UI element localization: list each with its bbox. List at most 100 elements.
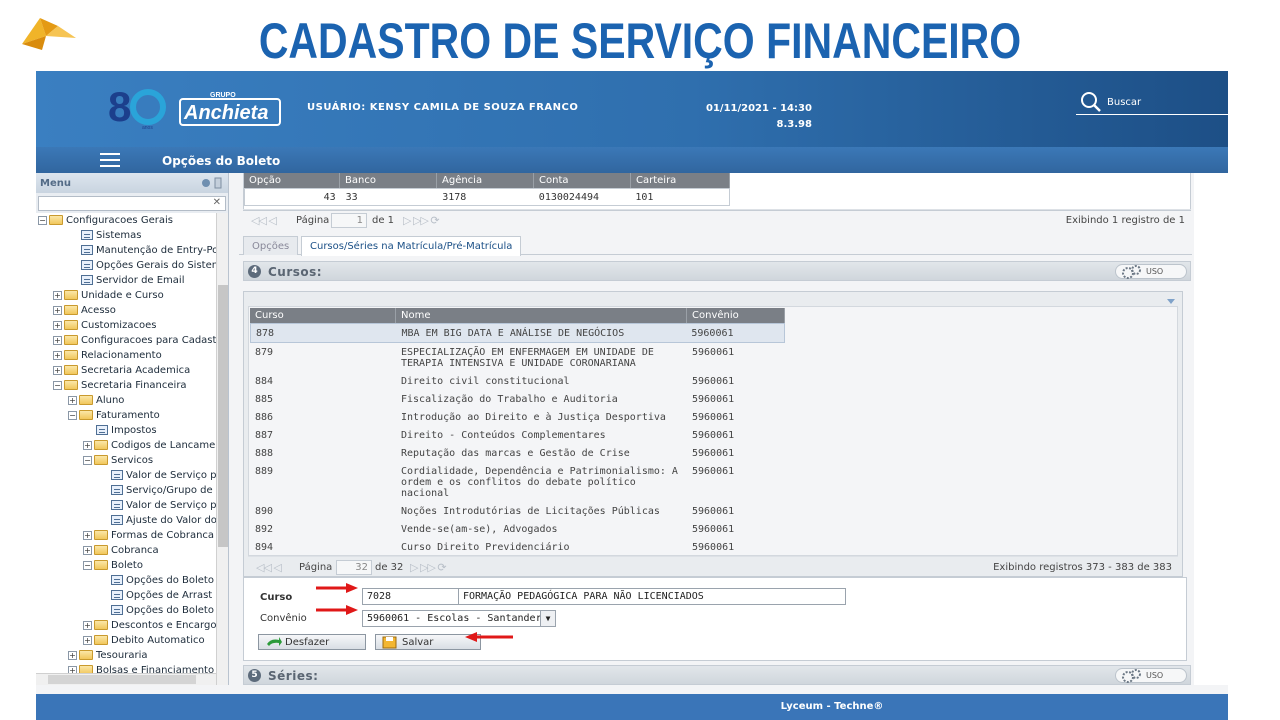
expand-icon[interactable]: +	[53, 305, 62, 315]
first-prev-page-icon[interactable]: ◁◁ ◁	[256, 561, 282, 574]
expand-icon[interactable]: +	[68, 665, 77, 673]
sidebar-item[interactable]: + Secretaria Academica	[36, 363, 216, 378]
col-banco[interactable]: Banco	[340, 173, 437, 188]
table-row[interactable]: 43 33 3178 0130024494 101	[244, 188, 730, 206]
clear-icon[interactable]: ✕	[213, 197, 221, 208]
sidebar-item[interactable]: + Configuracoes para Cadast	[36, 333, 216, 348]
next-last-page-icon[interactable]: ▷ ▷▷ ⟳	[403, 214, 440, 227]
sidebar-item[interactable]: Valor de Serviço p	[36, 468, 216, 483]
sidebar-item[interactable]: + Aluno	[36, 393, 216, 408]
menu-horizontal-scrollbar[interactable]	[36, 673, 216, 685]
col-nome[interactable]: Nome	[396, 308, 687, 323]
hamburger-menu-icon[interactable]	[100, 153, 120, 167]
collapse-icon[interactable]: −	[53, 380, 62, 390]
sidebar-item[interactable]: + Codigos de Lancame	[36, 438, 216, 453]
col-agencia[interactable]: Agência	[437, 173, 534, 188]
curso-name-input[interactable]: FORMAÇÃO PEDAGÓGICA PARA NÃO LICENCIADOS	[458, 588, 846, 605]
collapse-icon[interactable]: −	[83, 455, 92, 465]
expand-icon[interactable]: +	[83, 440, 92, 450]
table-row[interactable]: 889 Cordialidade, Dependência e Patrimoni…	[250, 462, 785, 502]
table-row[interactable]: 885 Fiscalização do Trabalho e Auditoria 5…	[250, 390, 785, 408]
sidebar-item[interactable]: − Servicos	[36, 453, 216, 468]
tab-cursos-series[interactable]: Cursos/Séries na Matrícula/Pré-Matrícula	[301, 236, 522, 256]
page-input[interactable]: 32	[336, 560, 372, 575]
chevron-down-icon[interactable]: ▼	[540, 611, 555, 626]
curso-code-input[interactable]: 7028	[362, 588, 459, 605]
table-row[interactable]: 894 Curso Direito Previdenciário 5960061	[250, 538, 785, 556]
sidebar-item[interactable]: + Relacionamento	[36, 348, 216, 363]
sidebar-item-label: Secretaria Financeira	[81, 380, 187, 391]
expand-icon[interactable]: +	[83, 635, 92, 645]
first-prev-page-icon[interactable]: ◁◁ ◁	[251, 214, 277, 227]
table-row[interactable]: 892 Vende-se(am-se), Advogados 5960061	[250, 520, 785, 538]
col-carteira[interactable]: Carteira	[631, 173, 730, 188]
sidebar-item[interactable]: Manutenção de Entry-Point	[36, 243, 216, 258]
col-opcao[interactable]: Opção	[244, 173, 340, 188]
sidebar-item[interactable]: + Bolsas e Financiamento	[36, 663, 216, 673]
table-row[interactable]: 887 Direito - Conteúdos Complementares 596…	[250, 426, 785, 444]
expand-icon[interactable]: +	[83, 545, 92, 555]
col-conta[interactable]: Conta	[534, 173, 631, 188]
expand-icon[interactable]: +	[83, 620, 92, 630]
sidebar-item[interactable]: + Acesso	[36, 303, 216, 318]
uso-toggle[interactable]: USO	[1115, 668, 1187, 683]
menu-vertical-scrollbar[interactable]	[216, 213, 228, 685]
convenio-select[interactable]: 5960061 - Escolas - Santander ▼	[362, 610, 556, 627]
sidebar-item[interactable]: Serviço/Grupo de	[36, 483, 216, 498]
table-row[interactable]: 878 MBA EM BIG DATA E ANÁLISE DE NEGÓCIOS…	[250, 323, 785, 343]
sidebar-item[interactable]: Impostos	[36, 423, 216, 438]
collapse-icon[interactable]: −	[68, 410, 77, 420]
uso-toggle[interactable]: USO	[1115, 264, 1187, 279]
table-row[interactable]: 879 ESPECIALIZAÇÃO EM ENFERMAGEM EM UNIDA…	[250, 343, 785, 372]
sidebar-item[interactable]: + Debito Automatico	[36, 633, 216, 648]
collapse-arrow-icon[interactable]	[1166, 296, 1176, 306]
expand-icon[interactable]: +	[83, 530, 92, 540]
col-curso[interactable]: Curso	[250, 308, 396, 323]
expand-icon[interactable]: +	[53, 290, 62, 300]
col-convenio[interactable]: Convênio	[687, 308, 785, 323]
page-input[interactable]: 1	[331, 213, 367, 228]
sidebar-item[interactable]: − Boleto	[36, 558, 216, 573]
search-field[interactable]: Buscar	[1076, 91, 1228, 115]
expand-icon[interactable]: +	[53, 320, 62, 330]
sidebar-item[interactable]: Opções do Boleto	[36, 573, 216, 588]
expand-icon[interactable]: +	[68, 395, 77, 405]
expand-icon[interactable]: +	[53, 335, 62, 345]
cursos-panel-header[interactable]: 4 Cursos: USO	[243, 261, 1191, 281]
sidebar-item[interactable]: + Tesouraria	[36, 648, 216, 663]
sidebar-item[interactable]: Sistemas	[36, 228, 216, 243]
sidebar-item[interactable]: Valor de Serviço p	[36, 498, 216, 513]
sidebar-item[interactable]: Opções Gerais do Sistema	[36, 258, 216, 273]
series-panel-header[interactable]: 5 Séries: USO	[243, 665, 1191, 685]
undo-arrow-icon	[267, 637, 282, 646]
expand-icon[interactable]: +	[53, 365, 62, 375]
sidebar-item[interactable]: + Unidade e Curso	[36, 288, 216, 303]
collapse-icon[interactable]: −	[38, 215, 47, 225]
sidebar-item[interactable]: − Configuracoes Gerais	[36, 213, 216, 228]
sidebar-item[interactable]: − Faturamento	[36, 408, 216, 423]
collapse-icon[interactable]: −	[83, 560, 92, 570]
sidebar-item[interactable]: Opções do Boleto	[36, 603, 216, 618]
sidebar-item[interactable]: − Secretaria Financeira	[36, 378, 216, 393]
tab-opcoes[interactable]: Opções	[243, 236, 299, 255]
table-row[interactable]: 886 Introdução ao Direito e à Justiça Des…	[250, 408, 785, 426]
sidebar-item[interactable]: + Customizacoes	[36, 318, 216, 333]
sidebar-item[interactable]: Opções de Arrast	[36, 588, 216, 603]
cell-conta: 0130024494	[538, 192, 600, 203]
expand-icon[interactable]: +	[53, 350, 62, 360]
opcoes-grid-header: Opção Banco Agência Conta Carteira	[244, 173, 730, 188]
expand-icon[interactable]: +	[68, 650, 77, 660]
sidebar-item[interactable]: + Cobranca	[36, 543, 216, 558]
sidebar-item[interactable]: Ajuste do Valor do	[36, 513, 216, 528]
table-row[interactable]: 884 Direito civil constitucional 5960061	[250, 372, 785, 390]
sidebar-item[interactable]: + Formas de Cobranca	[36, 528, 216, 543]
sidebar-item[interactable]: + Descontos e Encargo	[36, 618, 216, 633]
sidebar-item[interactable]: Servidor de Email	[36, 273, 216, 288]
next-last-page-icon[interactable]: ▷ ▷▷ ⟳	[410, 561, 447, 574]
folder-icon	[94, 545, 108, 555]
table-row[interactable]: 888 Reputação das marcas e Gestão de Cris…	[250, 444, 785, 462]
pin-icon[interactable]	[201, 177, 223, 189]
table-row[interactable]: 890 Noções Introdutórias de Licitações Pú…	[250, 502, 785, 520]
menu-search-input[interactable]: ✕	[38, 196, 226, 211]
undo-button[interactable]: Desfazer	[258, 634, 366, 650]
